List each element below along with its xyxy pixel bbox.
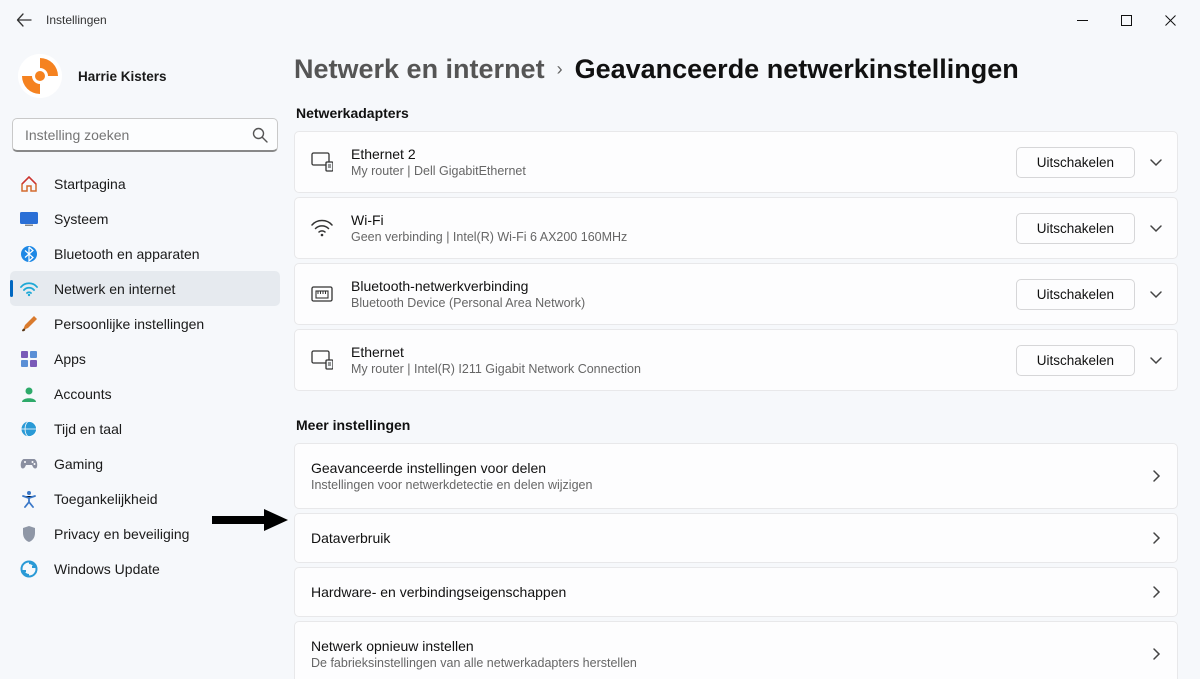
window-controls [1060,4,1192,36]
annotation-arrow [212,509,288,536]
chevron-down-icon[interactable] [1149,353,1163,367]
system-icon [20,210,38,228]
ethernet-port-icon [311,283,333,305]
breadcrumb-parent[interactable]: Netwerk en internet [294,54,545,85]
minimize-icon [1077,15,1088,26]
bluetooth-icon [20,245,38,263]
sidebar-item-personalization[interactable]: Persoonlijke instellingen [10,306,280,341]
user-profile[interactable]: Harrie Kisters [10,48,280,112]
window-title: Instellingen [46,13,107,27]
user-name: Harrie Kisters [78,69,167,84]
sidebar-item-label: Apps [54,351,86,367]
ethernet-icon [311,349,333,371]
sidebar: Harrie Kisters Startpagina Systeem Bluet… [0,40,290,679]
avatar [18,54,62,98]
sidebar-item-label: Toegankelijkheid [54,491,158,507]
row-advanced-sharing[interactable]: Geavanceerde instellingen voor delen Ins… [294,443,1178,509]
gaming-icon [20,455,38,473]
adapter-title: Wi-Fi [351,212,1016,228]
adapter-title: Bluetooth-netwerkverbinding [351,278,1016,294]
shield-icon [20,525,38,543]
chevron-right-icon [1149,647,1163,661]
maximize-button[interactable] [1104,4,1148,36]
row-subtitle: De fabrieksinstellingen van alle netwerk… [311,656,1149,670]
sidebar-item-time[interactable]: Tijd en taal [10,411,280,446]
sidebar-item-apps[interactable]: Apps [10,341,280,376]
ethernet-icon [311,151,333,173]
sidebar-item-label: Systeem [54,211,108,227]
close-button[interactable] [1148,4,1192,36]
sidebar-item-home[interactable]: Startpagina [10,166,280,201]
search-icon [252,127,268,143]
section-heading-more: Meer instellingen [296,417,1178,433]
adapter-title: Ethernet 2 [351,146,1016,162]
sidebar-item-label: Startpagina [54,176,126,192]
adapter-bluetooth-pan[interactable]: Bluetooth-netwerkverbinding Bluetooth De… [294,263,1178,325]
sidebar-item-label: Netwerk en internet [54,281,175,297]
accessibility-icon [20,490,38,508]
sidebar-item-network[interactable]: Netwerk en internet [10,271,280,306]
main-content: Netwerk en internet › Geavanceerde netwe… [290,40,1200,679]
sidebar-item-label: Windows Update [54,561,160,577]
disable-button[interactable]: Uitschakelen [1016,147,1135,178]
adapter-subtitle: Geen verbinding | Intel(R) Wi-Fi 6 AX200… [351,230,1016,244]
sidebar-item-label: Persoonlijke instellingen [54,316,204,332]
adapter-subtitle: Bluetooth Device (Personal Area Network) [351,296,1016,310]
row-hardware-props[interactable]: Hardware- en verbindingseigenschappen [294,567,1178,617]
wifi-icon [311,217,333,239]
chevron-down-icon[interactable] [1149,155,1163,169]
adapter-subtitle: My router | Dell GigabitEthernet [351,164,1016,178]
disable-button[interactable]: Uitschakelen [1016,279,1135,310]
row-title: Netwerk opnieuw instellen [311,638,1149,654]
chevron-down-icon[interactable] [1149,287,1163,301]
row-subtitle: Instellingen voor netwerkdetectie en del… [311,478,1149,492]
apps-icon [20,350,38,368]
sidebar-item-label: Privacy en beveiliging [54,526,189,542]
page-title: Geavanceerde netwerkinstellingen [575,54,1019,85]
brush-icon [20,315,38,333]
row-title: Dataverbruik [311,530,1149,546]
search-container [12,118,278,152]
sidebar-item-label: Accounts [54,386,112,402]
sidebar-item-accounts[interactable]: Accounts [10,376,280,411]
row-data-usage[interactable]: Dataverbruik [294,513,1178,563]
arrow-left-icon [16,12,32,28]
globe-clock-icon [20,420,38,438]
chevron-right-icon [1149,585,1163,599]
title-bar: Instellingen [0,0,1200,40]
adapter-ethernet2[interactable]: Ethernet 2 My router | Dell GigabitEther… [294,131,1178,193]
accounts-icon [20,385,38,403]
search-input[interactable] [12,118,278,152]
adapter-wifi[interactable]: Wi-Fi Geen verbinding | Intel(R) Wi-Fi 6… [294,197,1178,259]
disable-button[interactable]: Uitschakelen [1016,345,1135,376]
adapter-ethernet[interactable]: Ethernet My router | Intel(R) I211 Gigab… [294,329,1178,391]
sidebar-item-label: Tijd en taal [54,421,122,437]
minimize-button[interactable] [1060,4,1104,36]
row-network-reset[interactable]: Netwerk opnieuw instellen De fabrieksins… [294,621,1178,679]
adapter-title: Ethernet [351,344,1016,360]
back-button[interactable] [8,4,40,36]
row-title: Hardware- en verbindingseigenschappen [311,584,1149,600]
wifi-icon [20,280,38,298]
chevron-right-icon: › [557,59,563,80]
home-icon [20,175,38,193]
chevron-right-icon [1149,469,1163,483]
adapter-subtitle: My router | Intel(R) I211 Gigabit Networ… [351,362,1016,376]
maximize-icon [1121,15,1132,26]
sidebar-item-label: Gaming [54,456,103,472]
disable-button[interactable]: Uitschakelen [1016,213,1135,244]
row-title: Geavanceerde instellingen voor delen [311,460,1149,476]
chevron-down-icon[interactable] [1149,221,1163,235]
chevron-right-icon [1149,531,1163,545]
section-heading-adapters: Netwerkadapters [296,105,1178,121]
sidebar-item-label: Bluetooth en apparaten [54,246,200,262]
close-icon [1165,15,1176,26]
sidebar-item-gaming[interactable]: Gaming [10,446,280,481]
breadcrumb: Netwerk en internet › Geavanceerde netwe… [294,48,1178,105]
sidebar-item-update[interactable]: Windows Update [10,551,280,586]
update-icon [20,560,38,578]
sidebar-item-system[interactable]: Systeem [10,201,280,236]
sidebar-item-bluetooth[interactable]: Bluetooth en apparaten [10,236,280,271]
